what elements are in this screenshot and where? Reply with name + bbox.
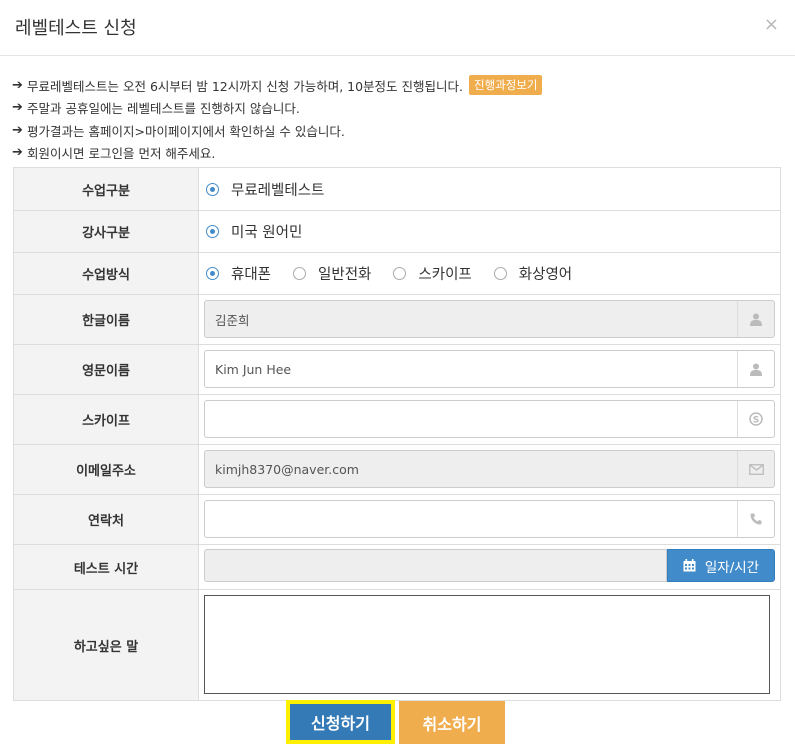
korean-name-input[interactable]: 김준희 bbox=[204, 300, 775, 338]
form-row-class-method: 수업방식 휴대폰 일반전화 스카이프 화상영어 bbox=[13, 252, 781, 295]
radio-button-checked[interactable] bbox=[206, 182, 219, 196]
radio-mobile[interactable]: 휴대폰 bbox=[206, 263, 271, 284]
arrow-right-icon: ➔ bbox=[12, 122, 23, 138]
date-time-button-label: 일자/시간 bbox=[704, 559, 760, 576]
cancel-button[interactable]: 취소하기 bbox=[399, 701, 505, 744]
submit-button[interactable]: 신청하기 bbox=[286, 700, 395, 744]
class-method-label: 수업방식 bbox=[13, 252, 199, 295]
form-row-skype: 스카이프 S bbox=[13, 394, 781, 445]
english-name-label: 영문이름 bbox=[13, 344, 199, 395]
message-textarea[interactable] bbox=[204, 595, 770, 694]
korean-name-label: 한글이름 bbox=[13, 294, 199, 345]
english-name-value: Kim Jun Hee bbox=[215, 361, 292, 377]
email-label: 이메일주소 bbox=[13, 444, 199, 495]
modal-title: 레벨테스트 신청 bbox=[15, 18, 137, 39]
svg-text:S: S bbox=[753, 416, 759, 426]
radio-label: 일반전화 bbox=[318, 267, 372, 283]
radio-button[interactable] bbox=[493, 267, 507, 280]
user-icon bbox=[737, 351, 774, 387]
form-row-class-type: 수업구분 무료레벨테스트 bbox=[13, 167, 781, 211]
notice-text: 평가결과는 홈페이지>마이페이지에서 확인하실 수 있습니다. bbox=[27, 123, 345, 139]
form-row-message: 하고싶은 말 bbox=[13, 589, 781, 701]
application-form: 수업구분 무료레벨테스트 강사구분 미국 원어민 수업방식 휴대폰 일반전화 스… bbox=[13, 167, 781, 701]
radio-skype[interactable]: 스카이프 bbox=[393, 263, 472, 284]
skype-label: 스카이프 bbox=[13, 394, 199, 445]
form-row-english-name: 영문이름 Kim Jun Hee bbox=[13, 344, 781, 395]
radio-label: 무료레벨테스트 bbox=[231, 182, 325, 199]
form-row-email: 이메일주소 kimjh8370@naver.com bbox=[13, 444, 781, 495]
teacher-type-radio-group: 미국 원어민 bbox=[199, 221, 780, 242]
notice-item: ➔ 주말과 공휴일에는 레벨테스트를 진행하지 않습니다. bbox=[12, 97, 782, 120]
radio-label: 스카이프 bbox=[418, 267, 472, 283]
radio-button-checked[interactable] bbox=[206, 225, 219, 238]
notice-text: 무료레벨테스트는 오전 6시부터 밤 12시까지 신청 가능하며, 10분정도 … bbox=[27, 78, 463, 94]
class-type-label: 수업구분 bbox=[13, 167, 199, 211]
close-icon[interactable]: × bbox=[764, 14, 779, 36]
radio-video[interactable]: 화상영어 bbox=[493, 263, 573, 284]
skype-input[interactable]: S bbox=[204, 400, 775, 438]
radio-label: 미국 원어민 bbox=[231, 225, 303, 241]
arrow-right-icon: ➔ bbox=[12, 77, 23, 93]
notice-item: ➔ 회원이시면 로그인을 먼저 해주세요. bbox=[12, 142, 782, 165]
envelope-icon bbox=[737, 451, 774, 487]
message-label: 하고싶은 말 bbox=[13, 589, 199, 701]
radio-button[interactable] bbox=[293, 267, 307, 280]
test-time-input[interactable] bbox=[204, 549, 667, 582]
notice-item: ➔ 평가결과는 홈페이지>마이페이지에서 확인하실 수 있습니다. bbox=[12, 119, 782, 142]
radio-button-checked[interactable] bbox=[206, 267, 219, 280]
process-view-button[interactable]: 진행과정보기 bbox=[469, 75, 543, 96]
form-row-teacher-type: 강사구분 미국 원어민 bbox=[13, 210, 781, 253]
english-name-input[interactable]: Kim Jun Hee bbox=[204, 350, 775, 388]
radio-us-native[interactable]: 미국 원어민 bbox=[206, 221, 302, 242]
notice-text: 회원이시면 로그인을 먼저 해주세요. bbox=[27, 146, 216, 162]
arrow-right-icon: ➔ bbox=[12, 145, 23, 161]
phone-label: 연락처 bbox=[13, 494, 199, 545]
notice-list: ➔ 무료레벨테스트는 오전 6시부터 밤 12시까지 신청 가능하며, 10분정… bbox=[12, 74, 782, 164]
arrow-right-icon: ➔ bbox=[12, 100, 23, 116]
user-icon bbox=[737, 301, 774, 337]
korean-name-value: 김준희 bbox=[215, 312, 250, 328]
notice-item: ➔ 무료레벨테스트는 오전 6시부터 밤 12시까지 신청 가능하며, 10분정… bbox=[12, 74, 782, 97]
phone-icon bbox=[737, 501, 774, 537]
modal-header: 레벨테스트 신청 × bbox=[0, 0, 795, 56]
skype-icon: S bbox=[737, 401, 774, 437]
form-row-phone: 연락처 bbox=[13, 494, 781, 545]
phone-input[interactable] bbox=[204, 500, 775, 538]
form-row-korean-name: 한글이름 김준희 bbox=[13, 294, 781, 345]
calendar-icon bbox=[683, 559, 696, 572]
radio-label: 화상영어 bbox=[518, 267, 573, 283]
notice-text: 주말과 공휴일에는 레벨테스트를 진행하지 않습니다. bbox=[27, 101, 300, 117]
test-time-label: 테스트 시간 bbox=[13, 544, 199, 590]
class-method-radio-group: 휴대폰 일반전화 스카이프 화상영어 bbox=[199, 263, 780, 284]
email-input[interactable]: kimjh8370@naver.com bbox=[204, 450, 775, 488]
teacher-type-label: 강사구분 bbox=[13, 210, 199, 253]
radio-button[interactable] bbox=[393, 267, 407, 280]
radio-label: 휴대폰 bbox=[231, 267, 272, 283]
class-type-radio-group: 무료레벨테스트 bbox=[199, 179, 780, 200]
form-row-test-time: 테스트 시간 일자/시간 bbox=[13, 544, 781, 590]
radio-landline[interactable]: 일반전화 bbox=[293, 263, 371, 284]
radio-free-level-test[interactable]: 무료레벨테스트 bbox=[206, 179, 324, 200]
date-time-picker-button[interactable]: 일자/시간 bbox=[667, 549, 775, 582]
email-value: kimjh8370@naver.com bbox=[215, 461, 359, 477]
